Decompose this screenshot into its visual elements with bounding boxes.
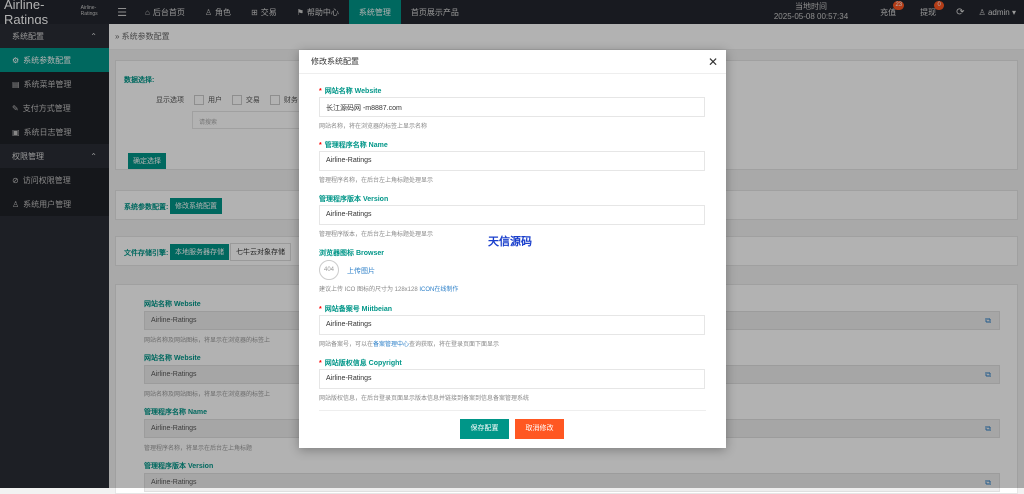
website-help: 网站名称，将在浏览器的标签上显示名称 xyxy=(319,124,428,130)
help-text: 网站备案号，可以在 xyxy=(319,342,374,348)
edit-config-modal: 修改系统配置 ✕ * 网站名称 Website 长江源码网 -m8887.com … xyxy=(299,50,726,448)
browser-label: 浏览器图标 Browser xyxy=(319,248,384,258)
name-field[interactable]: Airline-Ratings xyxy=(319,151,705,171)
browser-help: 建议上传 ICO 图标的尺寸为 128x128 ICON在线制作 xyxy=(319,284,458,293)
close-icon[interactable]: ✕ xyxy=(708,55,718,69)
name-help: 管理程序名称，在后台左上角标题处理显示 xyxy=(319,178,434,184)
copyright-field[interactable]: Airline-Ratings xyxy=(319,369,705,389)
watermark-text: 天信源码 xyxy=(488,236,532,248)
field-value: Airline-Ratings xyxy=(326,375,372,382)
copyright-label: * 网站版权信息 Copyright xyxy=(319,358,402,368)
version-help: 管理程序版本，在后台左上角标题处理显示 xyxy=(319,232,434,238)
field-value: Airline-Ratings xyxy=(326,157,372,164)
version-label: 管理程序版本 Version xyxy=(319,194,388,204)
label-text: 管理程序版本 Version xyxy=(319,196,389,203)
required-mark: * xyxy=(319,142,322,149)
label-text: 网站备案号 Miitbeian xyxy=(324,306,393,313)
help-text: 建议上传 ICO 图标的尺寸为 128x128 xyxy=(319,287,418,293)
label-text: 浏览器图标 Browser xyxy=(319,250,384,257)
beian-center-link[interactable]: 备案管理中心 xyxy=(373,342,409,348)
copyright-help: 网站版权信息，在后台登录页面显示版本信息并链接到备案到信息备案管理系统 xyxy=(319,396,530,402)
icon-maker-link[interactable]: ICON在线制作 xyxy=(419,287,458,293)
field-value: Airline-Ratings xyxy=(326,211,372,218)
miitbeian-field[interactable]: Airline-Ratings xyxy=(319,315,705,335)
label-text: 网站名称 Website xyxy=(324,88,382,95)
cancel-edit-button[interactable]: 取消修改 xyxy=(515,419,564,439)
required-mark: * xyxy=(319,360,322,367)
upload-image-link[interactable]: 上传图片 xyxy=(347,266,375,276)
label-text: 网站版权信息 Copyright xyxy=(324,360,402,367)
website-label: * 网站名称 Website xyxy=(319,86,381,96)
browser-icon-preview: 404 xyxy=(319,260,339,280)
save-config-button[interactable]: 保存配置 xyxy=(460,419,509,439)
modal-title: 修改系统配置 xyxy=(311,57,359,66)
field-value: Airline-Ratings xyxy=(326,321,372,328)
miitbeian-help: 网站备案号，可以在备案管理中心查询获取，将在登录页面下面显示 xyxy=(319,339,499,348)
required-mark: * xyxy=(319,306,322,313)
website-field[interactable]: 长江源码网 -m8887.com xyxy=(319,97,705,117)
required-mark: * xyxy=(319,88,322,95)
miitbeian-label: * 网站备案号 Miitbeian xyxy=(319,304,392,314)
modal-header: 修改系统配置 xyxy=(299,50,726,74)
version-field[interactable]: Airline-Ratings xyxy=(319,205,705,225)
name-label: * 管理程序名称 Name xyxy=(319,140,388,150)
divider xyxy=(319,410,706,411)
help-text: 查询获取，将在登录页面下面显示 xyxy=(409,342,500,348)
field-value: 长江源码网 -m8887.com xyxy=(326,105,402,112)
label-text: 管理程序名称 Name xyxy=(324,142,388,149)
